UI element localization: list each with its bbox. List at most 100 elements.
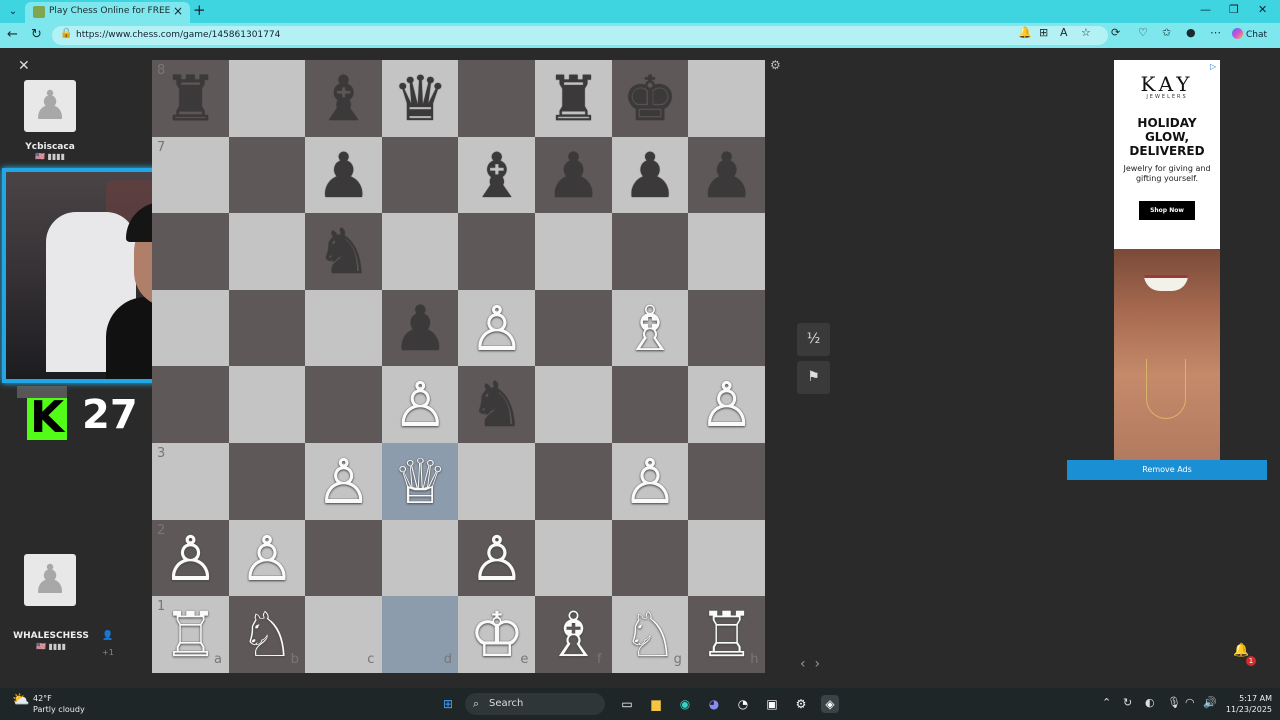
volume-icon[interactable]: 🔊 xyxy=(1203,696,1217,709)
tab-close-icon[interactable]: × xyxy=(173,4,183,18)
browser-essentials-icon[interactable]: ♡ xyxy=(1138,26,1148,39)
piece-f8[interactable]: ♜ xyxy=(535,60,612,137)
piece-g7[interactable]: ♟ xyxy=(612,137,689,214)
wifi-icon[interactable]: ◠ xyxy=(1185,696,1195,709)
square-f4[interactable] xyxy=(535,366,612,444)
piece-g5[interactable]: ♗ xyxy=(612,290,689,367)
microphone-icon[interactable]: 🎙 xyxy=(1167,696,1181,709)
file-explorer-icon[interactable]: ▆ xyxy=(647,695,665,713)
square-c2[interactable] xyxy=(305,519,383,597)
start-icon[interactable]: ⊞ xyxy=(439,695,457,713)
tab-actions-menu-icon[interactable]: ⌄ xyxy=(4,3,22,20)
settings-icon[interactable]: ⚙ xyxy=(792,695,810,713)
read-aloud-icon[interactable]: A xyxy=(1060,26,1068,39)
piece-e5[interactable]: ♙ xyxy=(458,290,535,367)
edge-icon[interactable]: ◉ xyxy=(676,695,694,713)
square-b8[interactable] xyxy=(228,60,306,137)
browser-tab[interactable]: Play Chess Online for FREE - 2 Pl × xyxy=(25,2,190,23)
taskbar-search[interactable]: ⌕ Search xyxy=(465,693,605,715)
piece-e1[interactable]: ♔ xyxy=(458,596,535,673)
square-b5[interactable] xyxy=(228,289,306,367)
system-clock[interactable]: 5:17 AM 11/23/2025 xyxy=(1222,693,1272,715)
square-h2[interactable] xyxy=(688,519,766,597)
piece-d3[interactable]: ♕ xyxy=(382,443,459,520)
notification-bell-icon[interactable]: 🔔 xyxy=(1018,26,1032,39)
square-f2[interactable] xyxy=(535,519,612,597)
square-c4[interactable] xyxy=(305,366,383,444)
square-g4[interactable] xyxy=(611,366,689,444)
piece-e7[interactable]: ♝ xyxy=(458,137,535,214)
square-a6[interactable] xyxy=(152,213,229,291)
piece-c7[interactable]: ♟ xyxy=(305,137,382,214)
ad-shop-now-button[interactable]: Shop Now xyxy=(1139,201,1195,220)
offer-draw-button[interactable]: ½ xyxy=(797,323,830,356)
discord-icon[interactable]: ◕ xyxy=(705,695,723,713)
piece-c6[interactable]: ♞ xyxy=(305,213,382,290)
square-e8[interactable] xyxy=(458,60,536,137)
bottom-player-avatar[interactable]: ♟ xyxy=(24,554,76,606)
square-d7[interactable] xyxy=(381,136,459,214)
advertisement[interactable]: ▷ KAY JEWELERS HOLIDAY GLOW, DELIVERED J… xyxy=(1114,60,1220,460)
app-available-icon[interactable]: ⊞ xyxy=(1039,26,1048,39)
square-g6[interactable] xyxy=(611,213,689,291)
square-b6[interactable] xyxy=(228,213,306,291)
square-f6[interactable] xyxy=(535,213,612,291)
profile-avatar[interactable]: ● xyxy=(1186,26,1196,39)
piece-h4[interactable]: ♙ xyxy=(688,366,765,443)
tray-app-icon[interactable]: ◐ xyxy=(1145,696,1155,709)
square-b7[interactable] xyxy=(228,136,306,214)
favorite-star-icon[interactable]: ☆ xyxy=(1081,26,1091,39)
square-f5[interactable] xyxy=(535,289,612,367)
piece-g8[interactable]: ♚ xyxy=(612,60,689,137)
tray-overflow-icon[interactable]: ⌃ xyxy=(1102,696,1111,709)
extensions-icon[interactable]: ⟳ xyxy=(1111,26,1120,39)
square-d2[interactable] xyxy=(381,519,459,597)
more-menu-icon[interactable]: ⋯ xyxy=(1210,26,1221,39)
new-tab-icon[interactable]: + xyxy=(193,1,206,19)
minimize-icon[interactable]: — xyxy=(1200,3,1211,16)
chess-board[interactable]: 8 7 3 2 1 a b c d e f g h ♜ ♝ ♛ ♜ ♚ ♟ ♝ ♟ ♟ ♟ ♞ ♟ ♙ ♗ ♙ ♞ ♙ ♙ ♕ ♙ ♙ ♙ ♙ ♖ ♘ ♔ ♗… xyxy=(152,60,766,674)
piece-c8[interactable]: ♝ xyxy=(305,60,382,137)
tray-sync-icon[interactable]: ↻ xyxy=(1123,696,1132,709)
piece-f7[interactable]: ♟ xyxy=(535,137,612,214)
copilot-chat-button[interactable]: Chat xyxy=(1232,28,1267,40)
resign-flag-icon[interactable]: ⚑ xyxy=(797,361,830,394)
piece-b2[interactable]: ♙ xyxy=(229,520,306,597)
ad-choices-icon[interactable]: ▷ xyxy=(1210,62,1216,71)
next-move-icon[interactable]: › xyxy=(815,656,821,672)
piece-d5[interactable]: ♟ xyxy=(382,290,459,367)
piece-a1[interactable]: ♖ xyxy=(152,596,229,673)
top-player-name[interactable]: Ycbiscaca xyxy=(5,142,95,152)
square-d6[interactable] xyxy=(381,213,459,291)
restore-icon[interactable]: ❐ xyxy=(1229,3,1239,16)
square-f3[interactable] xyxy=(535,443,612,520)
piece-e4[interactable]: ♞ xyxy=(458,366,535,443)
piece-h7[interactable]: ♟ xyxy=(688,137,765,214)
square-h8[interactable] xyxy=(688,60,766,137)
task-view-icon[interactable]: ▭ xyxy=(618,695,636,713)
square-g2[interactable] xyxy=(611,519,689,597)
piece-h1[interactable]: ♖ xyxy=(688,596,765,673)
piece-c3[interactable]: ♙ xyxy=(305,443,382,520)
previous-move-icon[interactable]: ‹ xyxy=(800,656,806,672)
favorites-icon[interactable]: ✩ xyxy=(1162,26,1171,39)
square-c5[interactable] xyxy=(305,289,383,367)
back-icon[interactable]: ← xyxy=(7,27,18,42)
piece-d8[interactable]: ♛ xyxy=(382,60,459,137)
notifications-bell-icon[interactable]: 🔔 1 xyxy=(1233,643,1256,666)
remove-ads-button[interactable]: Remove Ads xyxy=(1067,460,1267,480)
piece-a8[interactable]: ♜ xyxy=(152,60,229,137)
square-h3[interactable] xyxy=(688,443,766,520)
square-h5[interactable] xyxy=(688,289,766,367)
close-icon[interactable]: ✕ xyxy=(18,58,30,74)
piece-d4[interactable]: ♙ xyxy=(382,366,459,443)
square-e3[interactable] xyxy=(458,443,536,520)
square-a5[interactable] xyxy=(152,289,229,367)
clock-app-icon[interactable]: ◔ xyxy=(734,695,752,713)
media-app-icon[interactable]: ▣ xyxy=(763,695,781,713)
board-settings-gear-icon[interactable]: ⚙ xyxy=(770,58,781,72)
square-e6[interactable] xyxy=(458,213,536,291)
steam-icon[interactable]: ◈ xyxy=(821,695,839,713)
top-player-avatar[interactable]: ♟ xyxy=(24,80,76,132)
address-bar[interactable]: 🔒 https://www.chess.com/game/14586130177… xyxy=(52,26,1108,45)
